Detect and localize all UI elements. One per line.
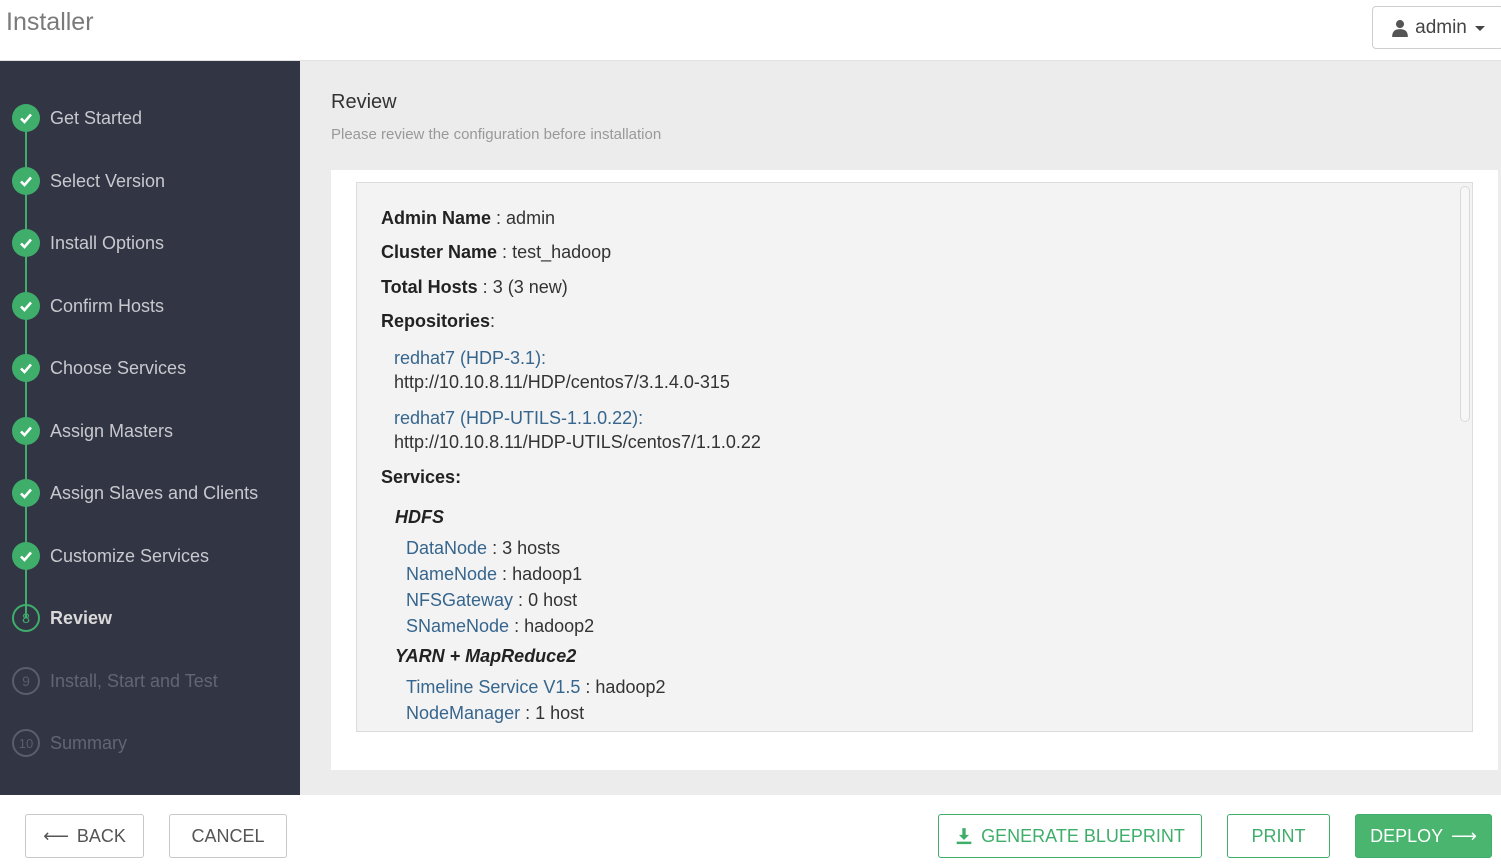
page-title: Review: [331, 91, 397, 113]
arrow-right-icon: ⟶: [1451, 825, 1477, 846]
user-menu-label: admin: [1415, 16, 1467, 38]
repository-url: http://10.10.8.11/HDP-UTILS/centos7/1.1.…: [394, 432, 761, 452]
user-menu-button[interactable]: admin: [1372, 6, 1501, 49]
service-name: YARN + MapReduce2: [395, 646, 577, 666]
component-value: hadoop1: [512, 564, 583, 584]
deploy-button[interactable]: DEPLOY ⟶: [1355, 814, 1492, 858]
repository-name[interactable]: redhat7 (HDP-UTILS-1.1.0.22):: [394, 408, 643, 429]
component-name[interactable]: Timeline Service V1.5: [406, 677, 580, 697]
main-content: Review Please review the configuration b…: [300, 61, 1501, 795]
admin-name-value: admin: [506, 208, 556, 228]
step-label: Install, Start and Test: [50, 670, 218, 691]
component-name[interactable]: NodeManager: [406, 703, 520, 723]
component-value: hadoop2: [524, 616, 595, 636]
footer-bar: ⟵ BACK CANCEL GENERATE BLUEPRINT PRINT D…: [0, 795, 1501, 868]
step-get-started[interactable]: Get Started: [0, 98, 300, 138]
component-row: DataNode : 3 hosts: [406, 538, 561, 558]
service-name: HDFS: [395, 507, 444, 527]
cancel-button-label: CANCEL: [191, 825, 265, 846]
check-icon: [12, 104, 40, 132]
page-subtitle: Please review the configuration before i…: [331, 126, 662, 143]
component-name[interactable]: DataNode: [406, 538, 487, 558]
step-label: Install Options: [50, 232, 165, 253]
check-icon: [12, 292, 40, 320]
review-scrollbar[interactable]: [1460, 186, 1470, 422]
step-label: Choose Services: [50, 357, 187, 378]
caret-down-icon: [1474, 26, 1485, 31]
user-icon: [1392, 19, 1408, 37]
wizard-sidebar: Get Started Select Version Install Optio…: [0, 61, 300, 795]
review-summary-box[interactable]: Admin Name : admin Cluster Name : test_h…: [356, 182, 1473, 732]
download-icon: [956, 828, 972, 845]
total-hosts-value: 3 (3 new): [492, 277, 568, 297]
step-label: Assign Masters: [50, 420, 174, 441]
component-row: Timeline Service V1.5 : hadoop2: [406, 677, 666, 697]
check-icon: [12, 354, 40, 382]
back-button[interactable]: ⟵ BACK: [25, 814, 144, 858]
component-value: 3 hosts: [502, 538, 561, 558]
step-install-options[interactable]: Install Options: [0, 223, 300, 263]
step-choose-services[interactable]: Choose Services: [0, 348, 300, 388]
step-customize-services[interactable]: Customize Services: [0, 536, 300, 576]
step-label: Confirm Hosts: [50, 295, 165, 316]
generate-blueprint-button[interactable]: GENERATE BLUEPRINT: [938, 814, 1202, 858]
review-panel: Admin Name : admin Cluster Name : test_h…: [331, 170, 1498, 770]
component-row: NameNode : hadoop1: [406, 564, 583, 584]
check-icon: [12, 167, 40, 195]
step-label: Get Started: [50, 107, 143, 128]
total-hosts-label: Total Hosts: [381, 277, 478, 297]
step-number: 8: [12, 604, 40, 632]
services-label: Services:: [381, 467, 462, 487]
services-row: Services:: [381, 467, 461, 488]
component-row: NodeManager : 1 host: [406, 703, 585, 723]
admin-name-row: Admin Name : admin: [381, 208, 556, 228]
component-name[interactable]: NFSGateway: [406, 590, 513, 610]
step-review[interactable]: 8 Review: [0, 598, 300, 638]
step-assign-slaves-clients[interactable]: Assign Slaves and Clients: [0, 473, 300, 513]
step-label: Assign Slaves and Clients: [50, 482, 259, 503]
step-label: Summary: [50, 732, 128, 753]
repository-name[interactable]: redhat7 (HDP-3.1):: [394, 348, 546, 369]
arrow-left-icon: ⟵: [43, 825, 69, 846]
repository-url: http://10.10.8.11/HDP/centos7/3.1.4.0-31…: [394, 372, 730, 392]
component-row: NFSGateway : 0 host: [406, 590, 578, 610]
generate-blueprint-label: GENERATE BLUEPRINT: [981, 825, 1185, 846]
component-row: SNameNode : hadoop2: [406, 616, 595, 636]
step-label: Customize Services: [50, 545, 210, 566]
step-label: Review: [50, 607, 113, 628]
print-button[interactable]: PRINT: [1227, 814, 1330, 858]
admin-name-label: Admin Name: [381, 208, 492, 228]
component-value: 1 host: [535, 703, 585, 723]
cluster-name-value: test_hadoop: [512, 242, 612, 262]
cluster-name-label: Cluster Name: [381, 242, 498, 262]
app-title: Installer: [6, 8, 94, 36]
step-install-start-test: 9 Install, Start and Test: [0, 661, 300, 701]
repositories-label: Repositories: [381, 311, 491, 331]
check-icon: [12, 229, 40, 257]
component-name[interactable]: NameNode: [406, 564, 497, 584]
step-assign-masters[interactable]: Assign Masters: [0, 411, 300, 451]
back-button-label: BACK: [76, 825, 126, 846]
total-hosts-row: Total Hosts : 3 (3 new): [381, 277, 568, 297]
component-value: 0 host: [528, 590, 578, 610]
check-icon: [12, 542, 40, 570]
step-confirm-hosts[interactable]: Confirm Hosts: [0, 286, 300, 326]
component-name[interactable]: SNameNode: [406, 616, 509, 636]
top-header: Installer admin: [0, 0, 1501, 61]
step-number: 9: [12, 667, 40, 695]
step-summary: 10 Summary: [0, 723, 300, 763]
print-button-label: PRINT: [1251, 825, 1306, 846]
check-icon: [12, 417, 40, 445]
step-label: Select Version: [50, 170, 166, 191]
cluster-name-row: Cluster Name : test_hadoop: [381, 242, 612, 262]
cancel-button[interactable]: CANCEL: [169, 814, 287, 858]
step-number: 10: [12, 729, 40, 757]
repositories-row: Repositories:: [381, 311, 496, 331]
step-select-version[interactable]: Select Version: [0, 161, 300, 201]
check-icon: [12, 479, 40, 507]
component-value: hadoop2: [595, 677, 666, 697]
deploy-button-label: DEPLOY: [1370, 825, 1444, 846]
